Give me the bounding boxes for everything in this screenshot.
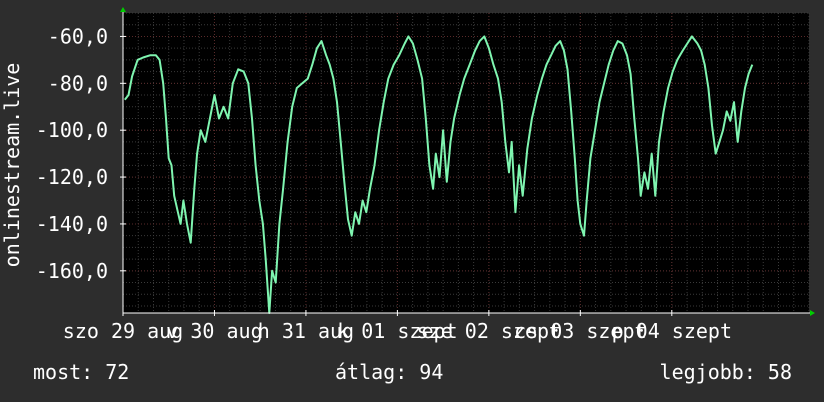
x-tick-labels: szo 29 augv 30 augh 31 augk 01 szeptsze … — [63, 319, 732, 343]
x-tick-label: p 04 szept — [612, 319, 732, 343]
y-axis-arrow — [120, 7, 126, 12]
y-tick-label: -100,0 — [36, 118, 108, 142]
y-axis-label: onlinestream.live — [0, 63, 24, 268]
plot-area — [123, 13, 809, 313]
x-axis-arrow — [810, 310, 815, 316]
y-tick-label: -140,0 — [36, 212, 108, 236]
y-tick-label: -80,0 — [48, 71, 108, 95]
stats-bar: most: 72 átlag: 94 legjobb: 58 — [0, 360, 824, 390]
y-tick-label: -160,0 — [36, 259, 108, 283]
x-tick-label: szo 29 aug — [63, 319, 183, 343]
stat-best: legjobb: 58 — [659, 360, 792, 384]
stat-average: átlag: 94 — [335, 360, 444, 384]
y-tick-label: -120,0 — [36, 165, 108, 189]
y-tick-labels: -60,0 -80,0 -100,0 -120,0 -140,0 -160,0 — [36, 24, 108, 282]
stat-now: most: 72 — [33, 360, 130, 384]
chart: -60,0 -80,0 -100,0 -120,0 -140,0 -160,0 szo 2… — [0, 7, 815, 343]
y-tick-label: -60,0 — [48, 24, 108, 48]
x-tick-label: v 30 aug — [166, 319, 262, 343]
